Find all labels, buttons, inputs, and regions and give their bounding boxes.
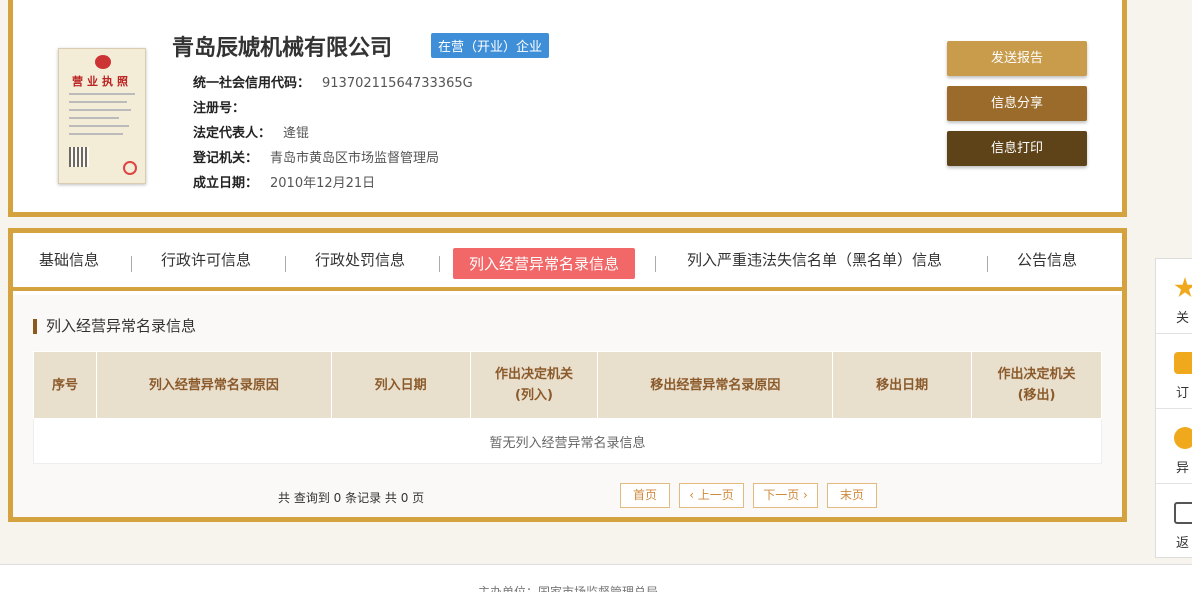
follow-button[interactable]: 关 (1156, 259, 1192, 334)
tab-basic-info[interactable]: 基础信息 (39, 249, 99, 270)
license-text-line (69, 133, 123, 135)
chat-bubble-icon (1174, 427, 1192, 449)
tab-blacklist[interactable]: 列入严重违法失信名单（黑名单）信息 (687, 249, 942, 270)
tab-separator (439, 256, 440, 272)
info-label: 注册号： (193, 101, 246, 116)
footer-text: 主办单位：国家市场监督管理总局 (478, 585, 659, 592)
info-value: 青岛市黄岛区市场监督管理局 (270, 151, 440, 166)
column-header-removal-reason: 移出经营异常名录原因 (597, 351, 834, 419)
tab-separator (987, 256, 988, 272)
pager-summary: 共 查询到 0 条记录 共 0 页 (278, 491, 425, 505)
sidebar-label: 订 (1176, 386, 1190, 401)
send-report-button[interactable]: 发送报告 (947, 41, 1087, 76)
company-name: 青岛辰虓机械有限公司 (172, 36, 393, 61)
column-header-removal-authority: 作出决定机关 (移出) (971, 351, 1102, 419)
abnormal-list-table: 序号 列入经营异常名录原因 列入日期 作出决定机关 (列入) 移出经营异常名录原… (33, 351, 1102, 464)
tab-separator (655, 256, 656, 272)
info-label: 成立日期： (193, 176, 259, 191)
status-badge: 在营（开业）企业 (431, 33, 550, 58)
business-license-image[interactable]: 营业执照 (58, 48, 146, 184)
license-text-line (69, 101, 127, 103)
national-emblem-icon (95, 55, 111, 69)
company-card: 营业执照 青岛辰虓机械有限公司 在营（开业）企业 统一社会信用代码： 913702… (8, 0, 1127, 217)
arrow-up-icon (1174, 502, 1192, 524)
column-header-removal-date: 移出日期 (832, 351, 973, 419)
info-value: 2010年12月21日 (270, 176, 376, 191)
next-page-button[interactable]: 下一页 › (753, 483, 818, 508)
info-label: 统一社会信用代码： (193, 76, 311, 91)
info-row-legal-rep: 法定代表人： 逄锟 (193, 122, 309, 141)
section-title: 列入经营异常名录信息 (33, 319, 196, 334)
column-header-listing-authority: 作出决定机关 (列入) (469, 351, 599, 419)
tab-abnormal-list[interactable]: 列入经营异常名录信息 (453, 248, 636, 279)
column-header-listing-date: 列入日期 (330, 351, 471, 419)
share-info-button[interactable]: 信息分享 (947, 86, 1087, 121)
back-to-top-button[interactable]: 返 (1156, 484, 1192, 559)
info-row-reg-number: 注册号： (193, 97, 257, 116)
subscribe-button[interactable]: 订 (1156, 334, 1192, 409)
tab-separator (131, 256, 132, 272)
footer: 主办单位：国家市场监督管理总局 (0, 565, 1192, 592)
column-header-index: 序号 (33, 351, 97, 419)
records-card: 基础信息 行政许可信息 行政处罚信息 列入经营异常名录信息 列入严重违法失信名单… (8, 228, 1127, 522)
star-icon (1174, 277, 1192, 298)
tab-separator (285, 256, 286, 272)
prev-page-button[interactable]: ‹ 上一页 (679, 483, 744, 508)
subscribe-icon (1174, 352, 1192, 374)
license-text-line (69, 109, 131, 111)
qr-code-icon (69, 147, 89, 167)
table-row: 暂无列入经营异常名录信息 (33, 418, 1102, 464)
floating-sidebar: 关 订 异 返 (1155, 258, 1192, 558)
tab-admin-penalty[interactable]: 行政处罚信息 (315, 249, 405, 270)
info-label: 登记机关： (193, 151, 259, 166)
info-value: 逄锟 (283, 126, 310, 141)
license-text-line (69, 93, 135, 95)
objection-button[interactable]: 异 (1156, 409, 1192, 484)
tab-admin-license[interactable]: 行政许可信息 (161, 249, 251, 270)
info-value: 91370211564733365G (322, 76, 473, 91)
tab-bar: 基础信息 行政许可信息 行政处罚信息 列入经营异常名录信息 列入严重违法失信名单… (13, 233, 1122, 291)
license-title: 营业执照 (72, 75, 132, 88)
empty-table-message: 暂无列入经营异常名录信息 (33, 418, 1102, 464)
license-text-line (69, 125, 129, 127)
print-info-button[interactable]: 信息打印 (947, 131, 1087, 166)
last-page-button[interactable]: 末页 (827, 483, 877, 508)
tab-announcements[interactable]: 公告信息 (1017, 249, 1077, 270)
first-page-button[interactable]: 首页 (620, 483, 670, 508)
info-row-founded: 成立日期： 2010年12月21日 (193, 172, 375, 191)
seal-icon (123, 161, 137, 175)
sidebar-label: 关 (1176, 311, 1190, 326)
abnormal-list-panel: 列入经营异常名录信息 序号 列入经营异常名录原因 列入日期 作出决定机关 (列入… (13, 295, 1122, 517)
info-row-authority: 登记机关： 青岛市黄岛区市场监督管理局 (193, 147, 439, 166)
info-label: 法定代表人： (193, 126, 272, 141)
column-header-listing-reason: 列入经营异常名录原因 (95, 351, 332, 419)
sidebar-label: 返 (1176, 536, 1190, 551)
sidebar-label: 异 (1176, 461, 1190, 476)
license-text-line (69, 117, 119, 119)
table-header-row: 序号 列入经营异常名录原因 列入日期 作出决定机关 (列入) 移出经营异常名录原… (33, 351, 1102, 419)
info-row-credit-code: 统一社会信用代码： 91370211564733365G (193, 72, 473, 91)
